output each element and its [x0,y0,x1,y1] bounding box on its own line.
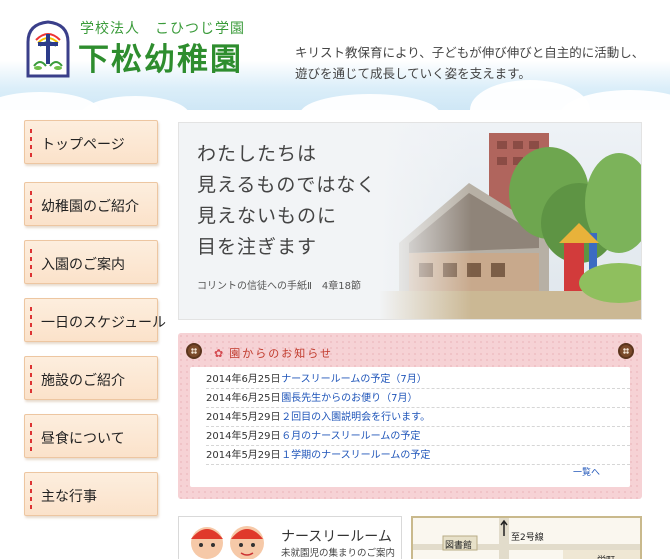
map-library-label: 図書館 [445,541,473,551]
news-link[interactable]: １学期のナースリールームの予定 [281,450,430,461]
school-emblem-logo[interactable] [24,20,72,78]
kindergarten-building-photo [379,123,641,319]
news-item: 2014年5月29日 ２回目の入園説明会を行います。 [206,409,630,427]
news-more-link[interactable]: 一覧へ [573,465,600,478]
nav-dash-decoration [30,249,32,277]
nursery-room-banner[interactable]: ナースリールーム 未就園児の集まりのご案内 [178,516,402,559]
news-title-text: 園からのお知らせ [229,347,333,360]
news-link[interactable]: 園長先生からのお便り（7月） [281,393,417,404]
news-date: 2014年6月25日 [206,393,281,404]
tagline-line-2: 遊びを通じて成長していく姿を支えます。 [295,66,531,81]
news-item: 2014年6月25日 ナースリールームの予定（7月） [206,371,630,389]
nav-item-about[interactable]: 幼稚園のご紹介 [24,182,158,226]
news-item: 2014年5月29日 １学期のナースリールームの予定 [206,447,630,465]
nav-item-label: 入園のご案内 [41,257,125,273]
nav-dash-decoration [30,365,32,393]
nav-item-label: トップページ [41,137,125,153]
nav-item-schedule[interactable]: 一日のスケジュール [24,298,166,342]
nav-item-label: 昼食について [41,431,125,447]
hero-line-1: わたしたちは [197,143,318,165]
nav-item-lunch[interactable]: 昼食について [24,414,158,458]
news-date: 2014年5月29日 [206,450,281,461]
nav-item-label: 幼稚園のご紹介 [41,199,139,215]
nav-dash-decoration [30,481,32,509]
news-date: 2014年5月29日 [206,412,281,423]
nav-item-label: 施設のご紹介 [41,373,125,389]
news-link[interactable]: ナースリールームの予定（7月） [281,374,427,385]
nav-item-label: 主な行事 [41,489,97,505]
nav-item-label: 一日のスケジュール [41,315,167,331]
nursery-title: ナースリールーム [281,529,392,545]
hero-line-2: 見えるものではなく [197,174,377,196]
nav-dash-decoration [30,191,32,219]
hero-line-3: 見えないものに [197,205,338,227]
nav-item-events[interactable]: 主な行事 [24,472,158,516]
news-link[interactable]: ２回目の入園説明会を行います。 [281,412,430,423]
hero-banner: わたしたちは 見えるものではなく 見えないものに 目を注ぎます コリントの信徒へ… [178,122,642,320]
news-item: 2014年5月29日 ６月のナースリールームの予定 [206,428,630,446]
news-title: ✿ 園からのお知らせ [214,345,333,361]
nav-dash-decoration [30,129,32,157]
map-sakae-label: 栄町 [597,553,615,559]
news-panel: ✿ 園からのお知らせ 2014年6月25日 ナースリールームの予定（7月） 201… [178,333,642,499]
children-illustration-icon [191,526,264,559]
hero-line-4: 目を注ぎます [197,236,318,258]
hero-verse: わたしたちは 見えるものではなく 見えないものに 目を注ぎます [197,139,376,263]
nav-item-facilities[interactable]: 施設のご紹介 [24,356,158,400]
site-header: 学校法人 こひつじ学園 下松幼稚園 キリスト教保育により、子どもが伸び伸びと自主… [0,0,670,110]
school-name-title[interactable]: 下松幼稚園 [78,34,243,79]
hero-citation: コリントの信徒への手紙Ⅱ 4章18節 [197,281,362,292]
button-decoration-icon [618,343,634,359]
nursery-subtitle: 未就園児の集まりのご案内 [281,548,396,559]
tagline-line-1: キリスト教保育により、子どもが伸び伸びと自主的に活動し、 [295,45,645,60]
news-date: 2014年6月25日 [206,374,281,385]
nav-item-top-page[interactable]: トップページ [24,120,158,164]
nav-item-admission[interactable]: 入園のご案内 [24,240,158,284]
map-route-label: 至2号線 [511,533,544,543]
nav-dash-decoration [30,307,32,335]
news-list: 2014年6月25日 ナースリールームの予定（7月） 2014年6月25日 園長… [190,367,630,487]
button-decoration-icon [186,343,202,359]
nav-dash-decoration [30,423,32,451]
flower-icon: ✿ [214,347,226,360]
tagline: キリスト教保育により、子どもが伸び伸びと自主的に活動し、 遊びを通じて成長してい… [295,42,655,84]
news-link[interactable]: ６月のナースリールームの予定 [281,431,420,442]
news-item: 2014年6月25日 園長先生からのお便り（7月） [206,390,630,408]
news-date: 2014年5月29日 [206,431,281,442]
access-map[interactable]: 至2号線 図書館 栄町 [411,516,642,559]
